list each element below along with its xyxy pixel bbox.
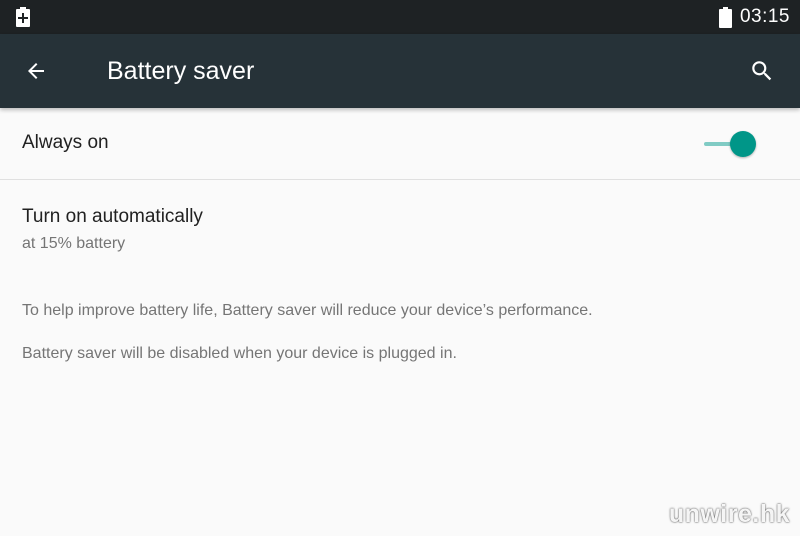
back-button[interactable] (16, 51, 56, 91)
battery-saver-plus-icon (16, 7, 30, 27)
app-bar: Battery saver (0, 34, 800, 108)
always-on-label: Always on (22, 132, 109, 153)
turn-on-automatically-summary: at 15% battery (22, 235, 126, 252)
always-on-toggle[interactable] (702, 130, 760, 158)
status-time: 03:15 (739, 6, 790, 27)
page-title: Battery saver (107, 57, 255, 85)
battery-icon (718, 6, 732, 28)
footer-performance-note: To help improve battery life, Battery sa… (22, 302, 593, 319)
search-button[interactable] (742, 51, 782, 91)
turn-on-automatically-title: Turn on automatically (22, 206, 203, 227)
footer-plugged-in-note: Battery saver will be disabled when your… (22, 345, 457, 362)
status-bar: 03:15 (0, 0, 800, 34)
turn-on-automatically-row[interactable]: Turn on automatically at 15% battery (0, 180, 800, 270)
back-arrow-icon (28, 63, 44, 79)
search-icon (752, 61, 772, 81)
watermark: unwire.hk (668, 500, 790, 528)
always-on-row[interactable]: Always on (0, 108, 800, 180)
toggle-thumb (730, 131, 756, 157)
